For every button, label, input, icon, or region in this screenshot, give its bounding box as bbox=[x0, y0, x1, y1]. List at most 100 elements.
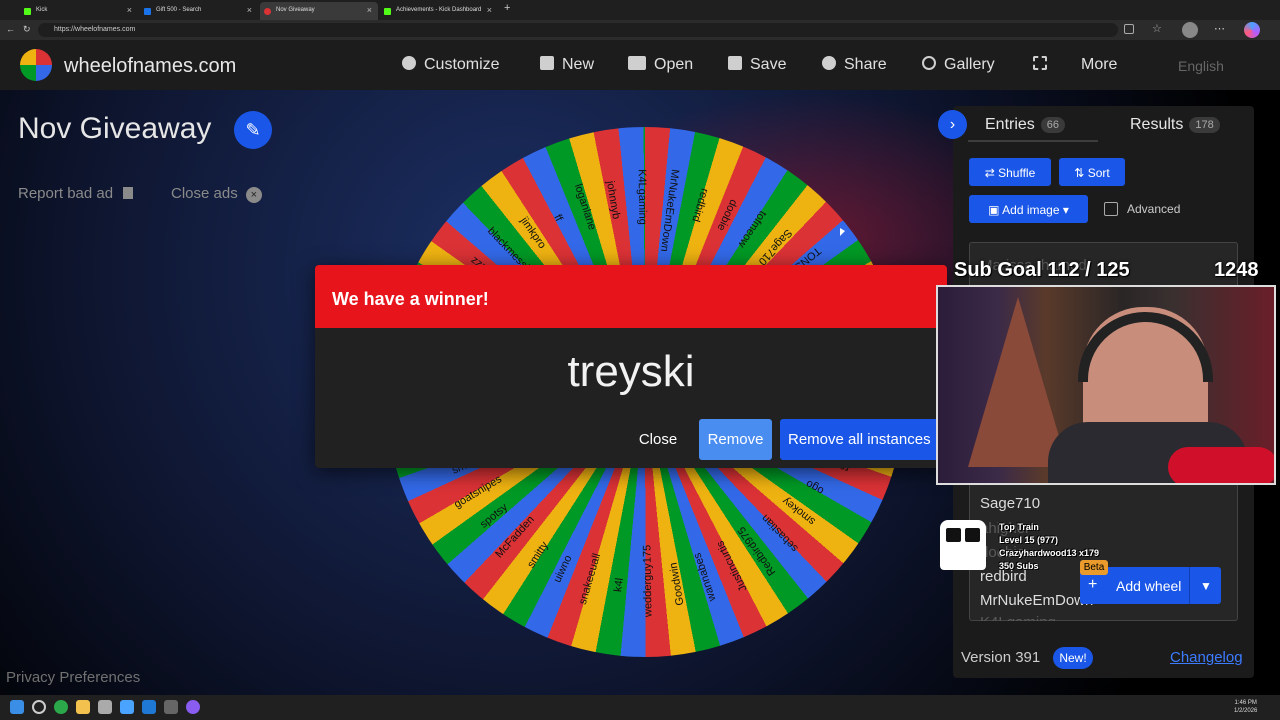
browser-menu-icon[interactable]: ⋯ bbox=[1214, 22, 1225, 35]
nav-share-button[interactable]: Share bbox=[822, 56, 887, 74]
browser-tab-nov-giveaway[interactable]: Nov Giveaway × bbox=[260, 2, 378, 20]
search-icon[interactable] bbox=[32, 700, 46, 714]
chevron-right-icon: › bbox=[949, 116, 956, 133]
url-input[interactable]: https://wheelofnames.com bbox=[38, 23, 1118, 37]
active-tab-indicator bbox=[968, 140, 1098, 142]
tinsel-decoration bbox=[1168, 447, 1274, 483]
nav-more-button[interactable]: More bbox=[1081, 56, 1117, 74]
clock-date: 1/2/2026 bbox=[1234, 708, 1258, 714]
sub-count: 1248 bbox=[1214, 259, 1259, 281]
app-icon[interactable] bbox=[164, 700, 178, 714]
save-icon bbox=[728, 56, 742, 70]
remove-button[interactable]: Remove bbox=[699, 419, 772, 460]
windows-start-icon[interactable] bbox=[10, 700, 24, 714]
entry-line: K4Lgaming bbox=[980, 614, 1056, 621]
close-ads-link[interactable]: Close ads × bbox=[171, 185, 262, 203]
beta-badge: Beta bbox=[1080, 560, 1108, 575]
app-icon[interactable] bbox=[120, 700, 134, 714]
pencil-icon: ✎ bbox=[245, 120, 261, 140]
fullscreen-button[interactable] bbox=[1033, 56, 1055, 74]
train-top-contributor: Crazyhardwood13 x179 bbox=[999, 548, 1100, 558]
close-circle-icon: × bbox=[245, 187, 262, 203]
search-icon bbox=[922, 56, 936, 70]
train-subs: 350 Subs bbox=[999, 561, 1039, 571]
add-wheel-label: Add wheel bbox=[1116, 578, 1182, 594]
file-icon bbox=[540, 56, 554, 70]
nav-customize-button[interactable]: Customize bbox=[402, 56, 500, 74]
browser-tab-search[interactable]: Gift 500 - Search × bbox=[140, 2, 258, 20]
nav-gallery-button[interactable]: Gallery bbox=[922, 56, 995, 74]
caret-down-icon[interactable]: ▼ bbox=[1200, 579, 1212, 593]
nav-label: Share bbox=[844, 56, 887, 73]
edit-title-button[interactable]: ✎ bbox=[234, 111, 272, 149]
folder-icon bbox=[628, 56, 646, 70]
flag-icon bbox=[123, 187, 134, 199]
tab-results-label: Results bbox=[1130, 116, 1184, 133]
chrome-icon[interactable] bbox=[54, 700, 68, 714]
tab-results[interactable]: Results 178 bbox=[1130, 116, 1220, 134]
url-text: https://wheelofnames.com bbox=[54, 26, 136, 33]
reload-icon[interactable]: ↻ bbox=[23, 24, 31, 35]
browser-tab-kick[interactable]: Kick × bbox=[20, 2, 138, 20]
brand-name[interactable]: wheelofnames.com bbox=[64, 55, 236, 78]
palette-icon bbox=[402, 56, 416, 70]
nav-label: More bbox=[1081, 56, 1118, 73]
tab-entries[interactable]: Entries 66 bbox=[985, 116, 1066, 134]
report-bad-ad-link[interactable]: Report bad ad bbox=[18, 185, 134, 202]
edge-icon[interactable] bbox=[142, 700, 156, 714]
nav-open-button[interactable]: Open bbox=[628, 56, 693, 74]
report-ad-label: Report bad ad bbox=[18, 185, 114, 202]
advanced-checkbox[interactable] bbox=[1104, 202, 1118, 216]
button-divider bbox=[1189, 567, 1190, 604]
address-bar: ← ↻ https://wheelofnames.com ☆ ⋯ bbox=[0, 20, 1280, 40]
add-image-button[interactable]: ▣ Add image ▾ bbox=[969, 195, 1088, 223]
close-button[interactable]: Close bbox=[625, 419, 691, 460]
tab-label: Nov Giveaway bbox=[276, 7, 315, 13]
extensions-icon[interactable] bbox=[1124, 24, 1134, 34]
tab-entries-label: Entries bbox=[985, 116, 1035, 133]
tab-label: Achievements - Kick Dashboard bbox=[396, 7, 482, 13]
nav-save-button[interactable]: Save bbox=[728, 56, 786, 74]
browser-tab-bar: Kick × Gift 500 - Search × Nov Giveaway × A… bbox=[0, 0, 1280, 20]
webcam-overlay bbox=[936, 285, 1276, 485]
headset bbox=[1078, 312, 1213, 382]
file-explorer-icon[interactable] bbox=[76, 700, 90, 714]
plus-icon: + bbox=[1088, 576, 1098, 593]
tab-label: Gift 500 - Search bbox=[156, 7, 202, 13]
discord-icon[interactable] bbox=[186, 700, 200, 714]
wheelofnames-logo[interactable] bbox=[20, 49, 52, 81]
sort-button[interactable]: ⇅ Sort bbox=[1059, 158, 1125, 186]
windows-taskbar: 1:46 PM 1/2/2026 bbox=[0, 695, 1280, 720]
remove-all-instances-button[interactable]: Remove all instances bbox=[780, 419, 947, 460]
new-badge: New! bbox=[1053, 647, 1093, 669]
changelog-link[interactable]: Changelog bbox=[1170, 649, 1243, 666]
shuffle-button[interactable]: ⇄ Shuffle bbox=[969, 158, 1051, 186]
copilot-icon[interactable] bbox=[1244, 22, 1260, 38]
close-tab-icon[interactable]: × bbox=[247, 5, 252, 15]
caret-down-icon: ▾ bbox=[1059, 203, 1069, 217]
favorites-star-icon[interactable]: ☆ bbox=[1152, 22, 1162, 35]
collapse-panel-button[interactable]: › bbox=[938, 110, 967, 139]
close-tab-icon[interactable]: × bbox=[127, 5, 132, 15]
nav-new-button[interactable]: New bbox=[540, 56, 594, 74]
profile-avatar[interactable] bbox=[1182, 22, 1198, 38]
search-favicon-icon bbox=[144, 8, 151, 15]
privacy-preferences-link[interactable]: Privacy Preferences bbox=[6, 669, 140, 686]
winner-dialog-title: We have a winner! bbox=[332, 289, 489, 309]
entries-count-badge: 66 bbox=[1040, 117, 1066, 133]
language-selector[interactable]: English bbox=[1178, 58, 1224, 74]
browser-tab-achievements[interactable]: Achievements - Kick Dashboard × bbox=[380, 2, 498, 20]
winner-name: treyski bbox=[567, 347, 695, 396]
clock[interactable]: 1:46 PM 1/2/2026 bbox=[1234, 699, 1257, 715]
image-icon: ▣ bbox=[988, 203, 1003, 217]
wheel-entry-label: K4Lgaming bbox=[635, 169, 649, 225]
nav-label: New bbox=[562, 56, 595, 73]
back-icon[interactable]: ← bbox=[6, 24, 15, 34]
close-tab-icon[interactable]: × bbox=[487, 5, 492, 15]
app-icon[interactable] bbox=[98, 700, 112, 714]
winner-dialog: We have a winner! treyski Close Remove R… bbox=[315, 265, 947, 468]
close-tab-icon[interactable]: × bbox=[367, 5, 372, 15]
language-label: English bbox=[1178, 58, 1224, 74]
new-tab-button[interactable]: + bbox=[504, 2, 510, 14]
page-title: Nov Giveaway bbox=[18, 112, 212, 145]
